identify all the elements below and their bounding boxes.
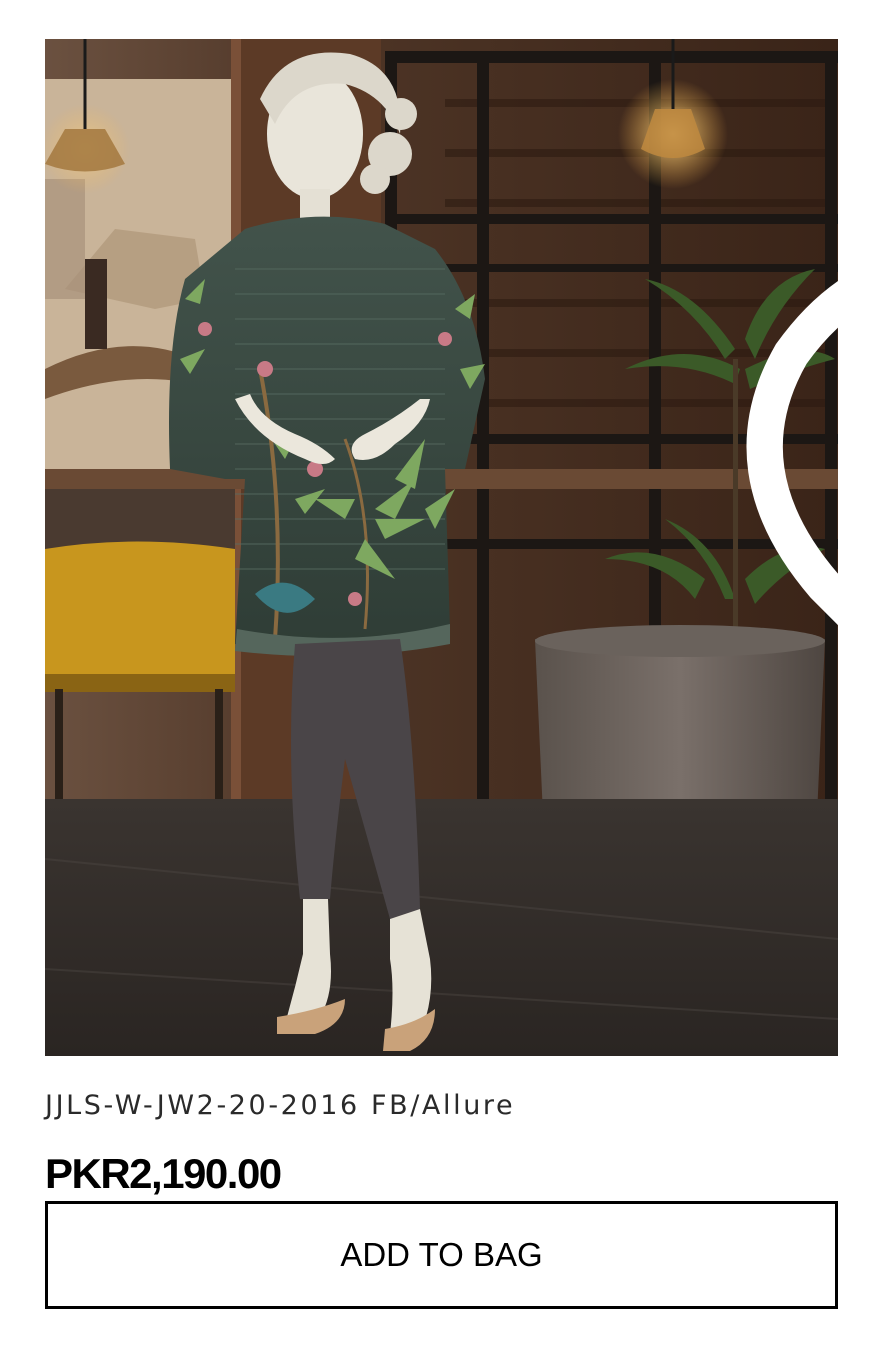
- wishlist-button[interactable]: [725, 77, 838, 626]
- product-card: JJLS-W-JW2-20-2016 FB/Allure PKR2,190.00…: [0, 0, 877, 1352]
- heart-outline-icon: [746, 281, 838, 626]
- product-photo: [45, 39, 838, 1056]
- product-image[interactable]: [45, 39, 838, 1056]
- product-price: PKR2,190.00: [45, 1150, 282, 1197]
- product-title[interactable]: JJLS-W-JW2-20-2016 FB/Allure: [45, 1090, 515, 1121]
- add-to-bag-button[interactable]: ADD TO BAG: [45, 1201, 838, 1309]
